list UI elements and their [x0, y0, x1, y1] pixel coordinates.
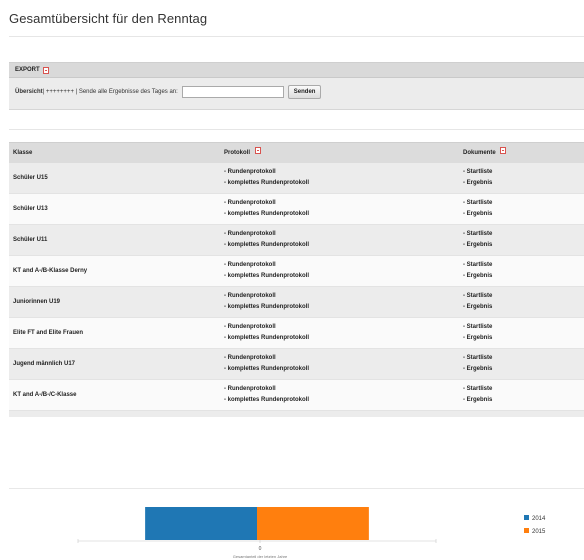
- dokumente-cell: - Startliste- Ergebnis: [463, 322, 584, 344]
- ergebnis-link[interactable]: - Ergebnis: [463, 178, 584, 189]
- column-header-dokumente: Dokumente: [463, 147, 584, 159]
- protokoll-cell: - Rundenprotokoll- komplettes Rundenprot…: [224, 167, 463, 189]
- komplettes-rundenprotokoll-link[interactable]: - komplettes Rundenprotokoll: [224, 333, 463, 344]
- table-body: Schüler U15- Rundenprotokoll - komplettes…: [9, 163, 584, 417]
- rundenprotokoll-link[interactable]: - Rundenprotokoll: [224, 260, 463, 271]
- komplettes-rundenprotokoll-link[interactable]: - komplettes Rundenprotokoll: [224, 395, 463, 406]
- class-name: Elite FT and Elite Frauen: [13, 330, 84, 336]
- ergebnis-link[interactable]: - Ergebnis: [463, 209, 584, 220]
- komplettes-rundenprotokoll-link[interactable]: - komplettes Rundenprotokoll: [224, 178, 463, 189]
- komplettes-rundenprotokoll-link[interactable]: - komplettes Rundenprotokoll: [224, 240, 463, 251]
- rundenprotokoll-link[interactable]: - Rundenprotokoll: [224, 198, 463, 209]
- class-name: Schüler U11: [13, 237, 48, 243]
- export-row: Übersicht | ++++++++ | Sende alle Ergebn…: [9, 78, 584, 106]
- komplettes-rundenprotokoll-link[interactable]: - komplettes Rundenprotokoll: [224, 364, 463, 375]
- table-row: Schüler U13 - Rundenprotokoll - komplettes…: [9, 194, 584, 225]
- ergebnis-link[interactable]: - Ergebnis: [463, 364, 584, 375]
- rundenprotokoll-link[interactable]: - Rundenprotokoll: [224, 415, 463, 417]
- column-header-klasse: Klasse: [13, 150, 33, 156]
- startliste-link[interactable]: - Startliste: [463, 291, 584, 302]
- page-title: Gesamtübersicht für den Renntag: [9, 11, 208, 26]
- class-name: Schüler U15: [13, 175, 48, 181]
- table-row: Schüler U15 - Rundenprotokoll - komplettes…: [9, 163, 584, 194]
- ergebnis-link[interactable]: - Ergebnis: [463, 271, 584, 282]
- legend-label-2014: 2014: [532, 516, 546, 522]
- export-panel: EXPORT Übersicht | ++++++++ | Sende alle…: [9, 62, 584, 110]
- class-name: KT and A-/B-Klasse Derny: [13, 268, 88, 274]
- class-name: Juniorinnen U19: [13, 299, 61, 305]
- rundenprotokoll-link[interactable]: - Rundenprotokoll: [224, 322, 463, 333]
- protokoll-cell: - Rundenprotokoll- komplettes Rundenprot…: [224, 415, 463, 417]
- overview-label[interactable]: Übersicht: [15, 89, 43, 95]
- komplettes-rundenprotokoll-link[interactable]: - komplettes Rundenprotokoll: [224, 209, 463, 220]
- startliste-link[interactable]: - Startliste: [463, 167, 584, 178]
- protokoll-cell: - Rundenprotokoll- komplettes Rundenprot…: [224, 198, 463, 220]
- table-row: Schüler U11 - Rundenprotokoll - komplettes…: [9, 225, 584, 256]
- rundenprotokoll-link[interactable]: - Rundenprotokoll: [224, 167, 463, 178]
- ergebnis-link[interactable]: - Ergebnis: [463, 302, 584, 313]
- column-header-protokoll: Protokoll: [224, 147, 463, 159]
- divider: [9, 129, 584, 130]
- dokumente-cell: - Startliste- Ergebnis: [463, 353, 584, 375]
- pdf-icon[interactable]: [500, 147, 507, 154]
- ergebnis-link[interactable]: - Ergebnis: [463, 333, 584, 344]
- protokoll-cell: - Rundenprotokoll- komplettes Rundenprot…: [224, 353, 463, 375]
- protokoll-cell: - Rundenprotokoll- komplettes Rundenprot…: [224, 260, 463, 282]
- protokoll-cell: - Rundenprotokoll- komplettes Rundenprot…: [224, 384, 463, 406]
- table-row: KT and A-/B-Klasse Derny - Rundenprotokol…: [9, 256, 584, 287]
- dokumente-cell: - Startliste- Ergebnis: [463, 260, 584, 282]
- send-button[interactable]: Senden: [287, 85, 322, 99]
- startliste-link[interactable]: - Startliste: [463, 384, 584, 395]
- ergebnis-link[interactable]: - Ergebnis: [463, 395, 584, 406]
- startliste-link[interactable]: - Startliste: [463, 260, 584, 271]
- class-name: KT and A-/B-/C-Klasse: [13, 392, 77, 398]
- export-instruction: | ++++++++ | Sende alle Ergebnisse des T…: [42, 89, 178, 95]
- class-name: Jugend männlich U17: [13, 361, 76, 367]
- export-header: EXPORT: [9, 63, 584, 78]
- dokumente-cell: - Startliste- Ergebnis: [463, 167, 584, 189]
- startliste-link[interactable]: - Startliste: [463, 415, 584, 417]
- export-title: EXPORT: [15, 67, 40, 73]
- ergebnis-link[interactable]: - Ergebnis: [463, 240, 584, 251]
- rundenprotokoll-link[interactable]: - Rundenprotokoll: [224, 229, 463, 240]
- class-name: Schüler U13: [13, 206, 48, 212]
- table-row: Juniorinnen U19 - Rundenprotokoll - komple…: [9, 287, 584, 318]
- bar-2014: [145, 507, 257, 540]
- pdf-icon[interactable]: [42, 66, 49, 74]
- legend-swatch-2015: [524, 528, 529, 533]
- table-row: Jugend männlich U17 - Rundenprotokoll - ko…: [9, 349, 584, 380]
- table-row: Männer C-Klasse- Rundenprotokoll- komple…: [9, 411, 584, 417]
- dokumente-cell: - Startliste- Ergebnis: [463, 198, 584, 220]
- protokoll-cell: - Rundenprotokoll- komplettes Rundenprot…: [224, 322, 463, 344]
- startliste-link[interactable]: - Startliste: [463, 353, 584, 364]
- bar-chart: 0 Gesamtanteil der letzten Jahre 2014 201…: [77, 507, 546, 559]
- x-tick-label: 0: [259, 546, 262, 552]
- pdf-icon[interactable]: [254, 147, 261, 154]
- divider: [9, 36, 584, 37]
- dokumente-cell: - Startliste- Ergebnis: [463, 384, 584, 406]
- bar-2015: [257, 507, 369, 540]
- komplettes-rundenprotokoll-link[interactable]: - komplettes Rundenprotokoll: [224, 302, 463, 313]
- startliste-link[interactable]: - Startliste: [463, 198, 584, 209]
- dokumente-cell: - Startliste- Ergebnis: [463, 415, 584, 417]
- dokumente-cell: - Startliste- Ergebnis: [463, 229, 584, 251]
- startliste-link[interactable]: - Startliste: [463, 322, 584, 333]
- email-field[interactable]: [181, 86, 284, 98]
- table-row: Elite FT and Elite Frauen - Rundenprotoko…: [9, 318, 584, 349]
- protokoll-cell: - Rundenprotokoll- komplettes Rundenprot…: [224, 229, 463, 251]
- protokoll-cell: - Rundenprotokoll- komplettes Rundenprot…: [224, 291, 463, 313]
- rundenprotokoll-link[interactable]: - Rundenprotokoll: [224, 353, 463, 364]
- x-axis-label: Gesamtanteil der letzten Jahre: [233, 554, 288, 559]
- dokumente-cell: - Startliste- Ergebnis: [463, 291, 584, 313]
- legend-swatch-2014: [524, 515, 529, 520]
- komplettes-rundenprotokoll-link[interactable]: - komplettes Rundenprotokoll: [224, 271, 463, 282]
- results-table: Klasse Protokoll Dokumente Schüler U15 - …: [9, 142, 584, 417]
- startliste-link[interactable]: - Startliste: [463, 229, 584, 240]
- table-row: KT and A-/B-/C-Klasse - Rundenprotokoll - …: [9, 380, 584, 411]
- divider: [9, 488, 584, 489]
- legend-label-2015: 2015: [532, 529, 546, 535]
- rundenprotokoll-link[interactable]: - Rundenprotokoll: [224, 291, 463, 302]
- rundenprotokoll-link[interactable]: - Rundenprotokoll: [224, 384, 463, 395]
- table-header: Klasse Protokoll Dokumente: [9, 143, 584, 163]
